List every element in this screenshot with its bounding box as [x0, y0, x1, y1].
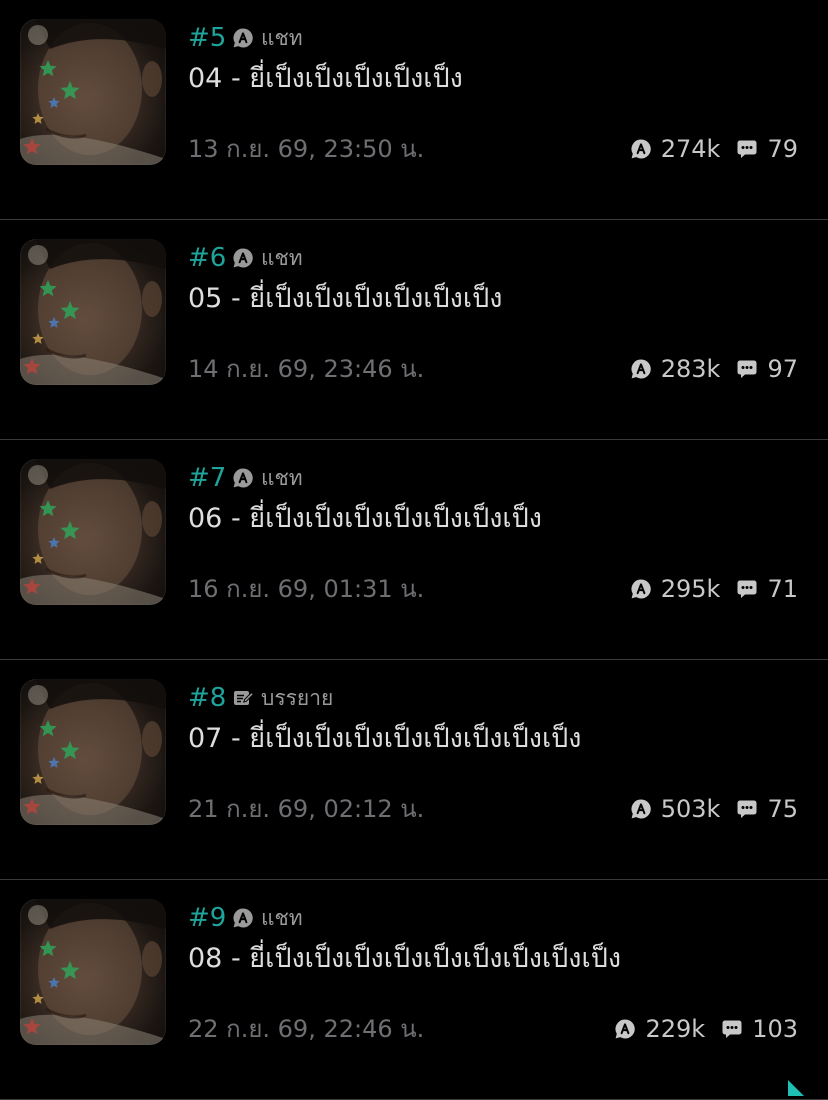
- episode-title[interactable]: 08 - ยี่เป็งเป็งเป็งเป็งเป็งเป็งเป็งเป็ง…: [188, 940, 621, 978]
- comment-count: 75: [767, 795, 798, 823]
- episode-type-label: แชท: [261, 246, 303, 270]
- comment-count: 97: [767, 355, 798, 383]
- read-count: 229k: [645, 1015, 706, 1043]
- episode-date: 13 ก.ย. 69, 23:50 น.: [188, 135, 425, 163]
- episode-cover-image: [20, 239, 166, 385]
- read-count: 274k: [660, 135, 721, 163]
- episode-title[interactable]: 04 - ยี่เป็งเป็งเป็งเป็งเป็ง: [188, 60, 463, 98]
- comment-count: 71: [767, 575, 798, 603]
- read-count-icon: [631, 799, 651, 819]
- comment-icon: [737, 360, 757, 378]
- read-count-icon: [631, 359, 651, 379]
- chat-bubble-a-icon: [233, 28, 253, 48]
- episode-date: 22 ก.ย. 69, 22:46 น.: [188, 1015, 425, 1043]
- episode-number: #8: [188, 683, 227, 713]
- episode-date: 16 ก.ย. 69, 01:31 น.: [188, 575, 425, 603]
- episode-thumbnail[interactable]: [20, 19, 166, 165]
- episode-type-label: แชท: [261, 906, 303, 930]
- episode-stats: 274k 79: [630, 132, 798, 166]
- episode-title[interactable]: 07 - ยี่เป็งเป็งเป็งเป็งเป็งเป็งเป็งเป็ง: [188, 720, 582, 758]
- episode-number: #5: [188, 23, 227, 53]
- episode-type: แชท: [232, 244, 303, 272]
- episode-thumbnail[interactable]: [20, 679, 166, 825]
- episode-number: #7: [188, 463, 227, 493]
- comment-icon: [737, 140, 757, 158]
- read-count-icon: [631, 579, 651, 599]
- scroll-indicator-icon: [788, 1080, 804, 1096]
- episode-stats: 229k 103: [614, 1012, 798, 1046]
- episode-type: แชท: [232, 24, 303, 52]
- episode-title[interactable]: 05 - ยี่เป็งเป็งเป็งเป็งเป็งเป็ง: [188, 280, 502, 318]
- episode-row[interactable]: #9 แชท 08 - ยี่เป็งเป็งเป็งเป็งเป็งเป็งเป็…: [0, 880, 828, 1100]
- read-count-icon: [615, 1019, 636, 1039]
- episode-cover-image: [20, 679, 166, 825]
- comment-count: 103: [752, 1015, 798, 1043]
- episode-stats: 295k 71: [630, 572, 798, 606]
- edit-note-icon: [234, 691, 254, 705]
- episode-row[interactable]: #8 บรรยาย 07 - ยี่เป็งเป็งเป็งเป็งเป็งเป็ง…: [0, 660, 828, 880]
- episode-thumbnail[interactable]: [20, 899, 166, 1045]
- read-count: 295k: [660, 575, 721, 603]
- episode-type-label: บรรยาย: [261, 686, 334, 710]
- read-count: 283k: [660, 355, 721, 383]
- episode-cover-image: [20, 899, 166, 1045]
- episode-stats: 283k 97: [630, 352, 798, 386]
- episode-thumbnail[interactable]: [20, 459, 166, 605]
- episode-date: 21 ก.ย. 69, 02:12 น.: [188, 795, 425, 823]
- comment-icon: [737, 580, 757, 598]
- comment-count: 79: [767, 135, 798, 163]
- episode-type-label: แชท: [261, 466, 303, 490]
- comment-icon: [722, 1020, 742, 1038]
- read-count: 503k: [660, 795, 721, 823]
- comment-icon: [737, 800, 757, 818]
- episode-type: บรรยาย: [232, 684, 333, 712]
- episode-type: แชท: [232, 904, 303, 932]
- episode-row[interactable]: #6 แชท 05 - ยี่เป็งเป็งเป็งเป็งเป็งเป็ง 14 …: [0, 220, 828, 440]
- episode-title[interactable]: 06 - ยี่เป็งเป็งเป็งเป็งเป็งเป็งเป็ง: [188, 500, 542, 538]
- read-count-icon: [631, 139, 651, 159]
- episode-number: #9: [188, 903, 227, 933]
- episode-type-label: แชท: [261, 26, 303, 50]
- episode-cover-image: [20, 19, 166, 165]
- episode-cover-image: [20, 459, 166, 605]
- episode-number: #6: [188, 243, 227, 273]
- episode-date: 14 ก.ย. 69, 23:46 น.: [188, 355, 425, 383]
- chat-bubble-a-icon: [233, 908, 253, 928]
- episode-stats: 503k 75: [630, 792, 798, 826]
- episode-type: แชท: [232, 464, 303, 492]
- chat-bubble-a-icon: [233, 468, 253, 488]
- episode-row[interactable]: #5 แชท 04 - ยี่เป็งเป็งเป็งเป็งเป็ง 13 ก.ย.…: [0, 0, 828, 220]
- episode-row[interactable]: #7 แชท 06 - ยี่เป็งเป็งเป็งเป็งเป็งเป็งเป็…: [0, 440, 828, 660]
- chat-bubble-a-icon: [233, 248, 253, 268]
- episode-thumbnail[interactable]: [20, 239, 166, 385]
